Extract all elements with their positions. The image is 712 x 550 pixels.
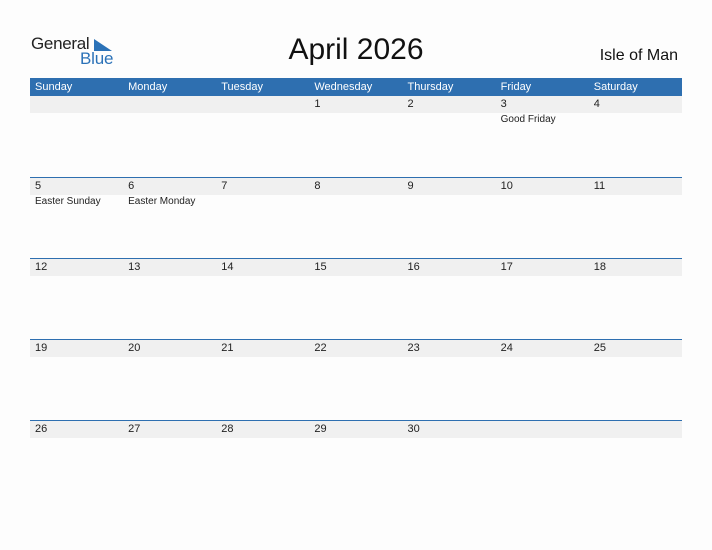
day-number: 25 <box>593 342 606 354</box>
day-number: 17 <box>500 261 513 273</box>
day-number <box>496 421 589 438</box>
day-number: 2 <box>407 98 414 110</box>
day-number: 9 <box>407 180 414 192</box>
holiday-row: Easter Sunday Easter Monday <box>30 195 682 208</box>
weekday-friday: Friday <box>500 81 532 93</box>
holiday-label: Easter Monday <box>128 196 196 207</box>
day-number: 19 <box>35 342 48 354</box>
day-number: 5 <box>35 180 42 192</box>
date-band: 5 6 7 8 9 10 11 <box>30 178 682 195</box>
day-number: 21 <box>221 342 234 354</box>
holiday-row: Good Friday <box>30 113 682 126</box>
holiday-label: Easter Sunday <box>35 196 101 207</box>
day-number: 18 <box>593 261 606 273</box>
day-number: 12 <box>35 261 48 273</box>
day-number: 7 <box>221 180 228 192</box>
date-band: 1 2 3 4 <box>30 96 682 113</box>
day-number: 14 <box>221 261 234 273</box>
day-number: 23 <box>407 342 420 354</box>
day-number: 10 <box>500 180 513 192</box>
holiday-label <box>30 113 123 126</box>
weekday-thursday: Thursday <box>407 81 454 93</box>
day-number: 11 <box>593 180 606 192</box>
weekday-sunday: Sunday <box>35 81 73 93</box>
day-number: 4 <box>593 98 600 110</box>
calendar-grid: Sunday Monday Tuesday Wednesday Thursday… <box>30 78 682 501</box>
weekday-header: Sunday Monday Tuesday Wednesday Thursday… <box>30 78 682 96</box>
day-number: 24 <box>500 342 513 354</box>
weekday-monday: Monday <box>128 81 168 93</box>
holiday-label <box>216 195 309 208</box>
day-number: 28 <box>221 423 234 435</box>
day-number <box>123 96 216 113</box>
day-number: 3 <box>500 98 507 110</box>
day-number: 8 <box>314 180 321 192</box>
holiday-label <box>496 195 589 208</box>
date-band: 19 20 21 22 23 24 25 <box>30 340 682 357</box>
day-number: 15 <box>314 261 327 273</box>
day-number <box>216 96 309 113</box>
day-number: 27 <box>128 423 141 435</box>
week-row: 5 6 7 8 9 10 11 Easter Sunday Easter Monday <box>30 177 682 258</box>
day-number: 29 <box>314 423 327 435</box>
day-number: 20 <box>128 342 141 354</box>
holiday-label <box>403 195 496 208</box>
holiday-label <box>589 113 682 126</box>
day-number <box>30 96 123 113</box>
holiday-label <box>589 195 682 208</box>
day-number: 26 <box>35 423 48 435</box>
day-number: 13 <box>128 261 141 273</box>
week-row: 19 20 21 22 23 24 25 <box>30 339 682 420</box>
day-number: 30 <box>407 423 420 435</box>
date-band: 26 27 28 29 30 <box>30 421 682 438</box>
day-number: 16 <box>407 261 420 273</box>
holiday-label: Good Friday <box>500 114 556 125</box>
region-label: Isle of Man <box>599 47 678 64</box>
holiday-label <box>216 113 309 126</box>
holiday-label <box>309 195 402 208</box>
date-band: 12 13 14 15 16 17 18 <box>30 259 682 276</box>
day-number: 22 <box>314 342 327 354</box>
day-number: 6 <box>128 180 135 192</box>
weekday-saturday: Saturday <box>593 81 638 93</box>
week-row: 12 13 14 15 16 17 18 <box>30 258 682 339</box>
weekday-tuesday: Tuesday <box>221 81 264 93</box>
holiday-label <box>309 113 402 126</box>
week-row: 26 27 28 29 30 <box>30 420 682 501</box>
weekday-wednesday: Wednesday <box>314 81 373 93</box>
day-number: 1 <box>314 98 321 110</box>
week-row: 1 2 3 4 Good Friday <box>30 96 682 177</box>
holiday-label <box>403 113 496 126</box>
holiday-label <box>123 113 216 126</box>
day-number <box>589 421 682 438</box>
